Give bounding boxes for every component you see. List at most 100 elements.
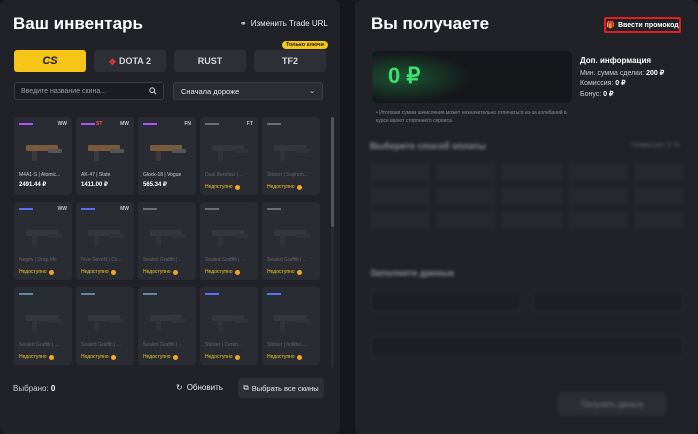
inventory-item-card[interactable]: MW Five-SeveN | Co... Недоступно <box>76 202 134 280</box>
inventory-item-card[interactable]: ST MW AK-47 | Slate 1411.00 ₽ <box>76 117 134 195</box>
item-status: Недоступно <box>267 269 302 275</box>
item-name: Dual Berettas | ... <box>205 172 244 178</box>
amount-display: 0 ₽ <box>372 51 572 103</box>
payment-method-5[interactable] <box>634 162 684 182</box>
tab-cs[interactable]: CS <box>14 50 86 72</box>
tab-tf2[interactable]: TF2 Только ключи <box>254 41 328 72</box>
payment-method-1[interactable] <box>370 162 430 182</box>
inventory-item-card[interactable]: Sticker | Centri... Недоступно <box>200 287 258 365</box>
chevron-down-icon: ⌄ <box>309 88 315 95</box>
payment-more[interactable] <box>370 234 410 254</box>
item-name: Five-SeveN | Co... <box>81 257 122 263</box>
inventory-item-card[interactable]: WW Negev | Drop Me Недоступно <box>14 202 72 280</box>
search-icon <box>149 87 157 95</box>
payment-method-4[interactable] <box>568 162 628 182</box>
item-name: Glock-18 | Vogue <box>143 172 182 178</box>
rarity-line <box>267 123 281 125</box>
promo-code-button[interactable]: 🎁 Ввести промокод <box>604 17 681 33</box>
item-status: Недоступно <box>19 354 54 360</box>
item-status: Недоступно <box>19 269 54 275</box>
extra-field[interactable] <box>370 336 684 358</box>
rarity-line <box>81 123 95 125</box>
item-name: Sealed Graffiti | ... <box>143 257 183 263</box>
inventory-item-card[interactable]: Sticker | huNter-... Недоступно <box>262 287 320 365</box>
coin-icon <box>296 354 302 360</box>
payment-method-3[interactable] <box>502 162 562 182</box>
receive-title: Вы получаете <box>371 14 490 33</box>
inventory-item-card[interactable]: FT Dual Berettas | ... Недоступно <box>200 117 258 195</box>
tab-dota2[interactable]: ◆ DOTA 2 <box>94 50 166 72</box>
sort-select[interactable]: Сначала дороже ⌄ <box>173 82 323 100</box>
rarity-line <box>205 293 219 295</box>
payment-method-7[interactable] <box>436 186 496 206</box>
rarity-line <box>267 208 281 210</box>
coin-icon <box>110 354 116 360</box>
inventory-item-card[interactable]: Sealed Graffiti | ... Недоступно <box>138 287 196 365</box>
item-price: 2491.44 ₽ <box>19 182 47 188</box>
coin-icon <box>234 354 240 360</box>
payment-method-13[interactable] <box>502 210 562 230</box>
item-image <box>212 230 248 246</box>
payment-method-14[interactable] <box>568 210 628 230</box>
inventory-scrollbar[interactable] <box>331 117 334 367</box>
skin-search-input[interactable]: Введите название скина... <box>14 82 164 100</box>
payment-method-6[interactable] <box>370 186 430 206</box>
inventory-item-card[interactable]: Sticker | Suprem... Недоступно <box>262 117 320 195</box>
inventory-item-card[interactable]: Sealed Graffiti | ... Недоступно <box>262 202 320 280</box>
coin-icon <box>110 269 116 275</box>
rarity-line <box>81 208 95 210</box>
tab-rust[interactable]: RUST <box>174 50 246 72</box>
inventory-item-card[interactable]: Sealed Graffiti | ... Недоступно <box>200 202 258 280</box>
change-trade-url-link[interactable]: ⚭ Изменить Trade URL <box>240 19 328 28</box>
exterior-tag: FN <box>184 121 191 127</box>
link-icon: ⚭ <box>240 19 247 28</box>
coin-icon <box>172 354 178 360</box>
item-name: Sealed Graffiti | ... <box>143 342 183 348</box>
exterior-tag: MW <box>120 206 129 212</box>
payment-commission: Комиссия: 0 % <box>632 142 680 149</box>
item-status: Недоступно <box>205 269 240 275</box>
coin-icon <box>234 269 240 275</box>
payment-method-9[interactable] <box>568 186 628 206</box>
rarity-line <box>205 208 219 210</box>
dota-icon: ◆ <box>109 55 116 66</box>
payment-method-2[interactable] <box>436 162 496 182</box>
payment-method-12[interactable] <box>436 210 496 230</box>
game-tabs: CS ◆ DOTA 2 RUST TF2 Только ключи <box>14 41 328 72</box>
payment-method-15[interactable] <box>634 210 684 230</box>
item-status: Недоступно <box>205 184 240 190</box>
item-name: Sticker | Suprem... <box>267 172 309 178</box>
get-money-button[interactable]: Получить деньги <box>558 392 666 416</box>
rarity-line <box>143 293 157 295</box>
holder-field[interactable] <box>532 290 684 312</box>
item-status: Недоступно <box>143 354 178 360</box>
coin-icon <box>48 354 54 360</box>
payment-method-8[interactable] <box>502 186 562 206</box>
inventory-item-card[interactable]: Sealed Graffiti | ... Недоступно <box>14 287 72 365</box>
rarity-line <box>143 123 157 125</box>
item-price: 1411.00 ₽ <box>81 182 108 188</box>
item-status: Недоступно <box>267 354 302 360</box>
item-name: AK-47 | Slate <box>81 172 111 178</box>
item-image <box>26 145 62 161</box>
requisites-field[interactable] <box>370 290 522 312</box>
item-image <box>150 145 186 161</box>
item-image <box>26 315 62 331</box>
inventory-item-card[interactable]: FN Glock-18 | Vogue 565.34 ₽ <box>138 117 196 195</box>
payment-method-11[interactable] <box>370 210 430 230</box>
coin-icon <box>172 269 178 275</box>
item-status: Недоступно <box>81 269 116 275</box>
inventory-item-card[interactable]: Sealed Graffiti | ... Недоступно <box>138 202 196 280</box>
inventory-item-card[interactable]: WW M4A1-S | Atomic... 2491.44 ₽ <box>14 117 72 195</box>
fill-data-title: Заполните данные <box>370 268 455 278</box>
item-name: Sealed Graffiti | ... <box>81 342 121 348</box>
inventory-item-card[interactable]: Sealed Graffiti | ... Недоступно <box>76 287 134 365</box>
refresh-icon: ↻ <box>176 383 183 392</box>
payment-method-10[interactable] <box>634 186 684 206</box>
item-image <box>274 315 310 331</box>
exchange-note: • Итоговая сумма зачисления может незнач… <box>376 110 567 124</box>
inventory-title: Ваш инвентарь <box>13 14 143 33</box>
refresh-button[interactable]: ↻ Обновить <box>176 383 223 392</box>
select-all-button[interactable]: ⧉ Выбрать все скины <box>238 378 324 398</box>
item-name: Sticker | huNter-... <box>267 342 308 348</box>
